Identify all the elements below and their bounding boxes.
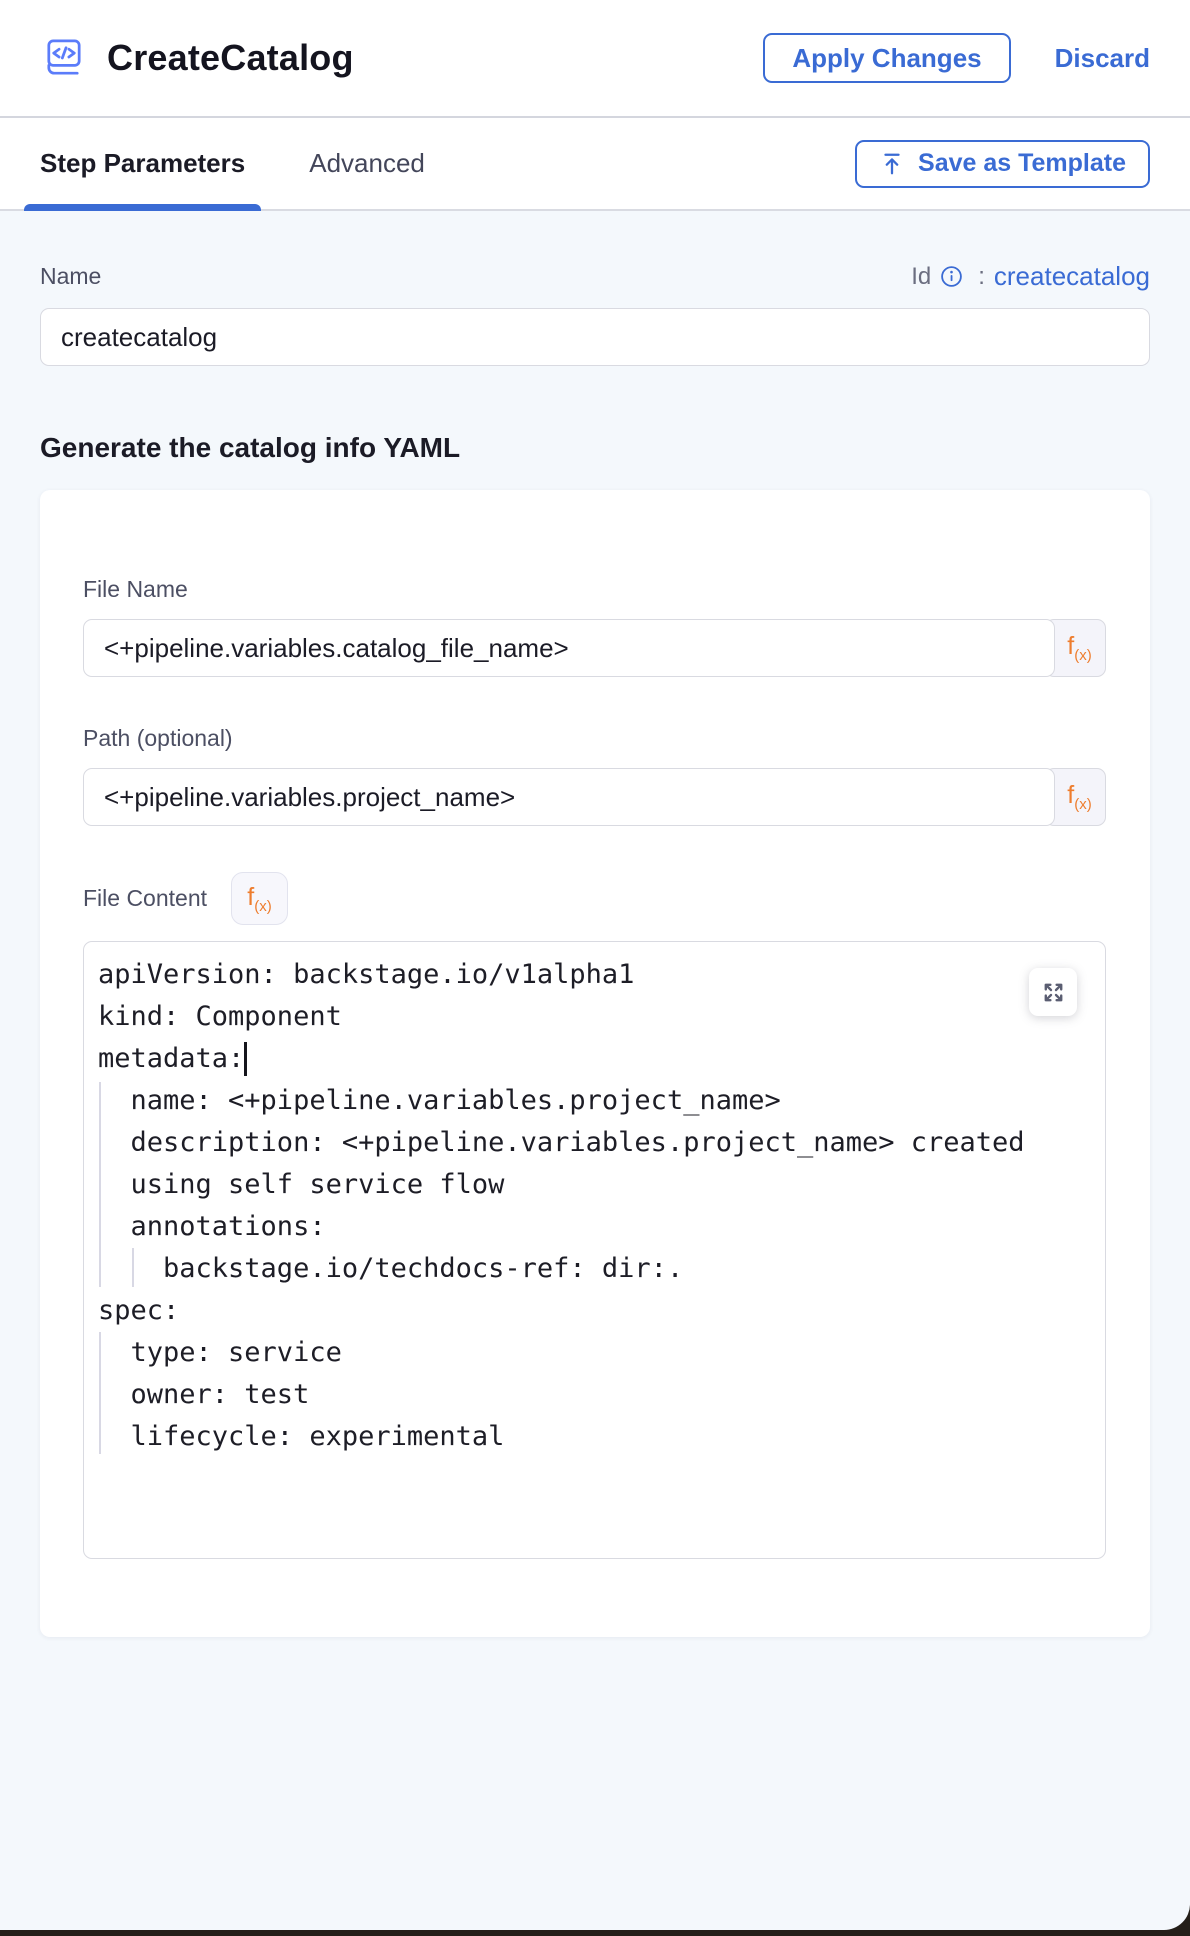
- name-label: Name: [40, 263, 101, 290]
- save-as-template-label: Save as Template: [918, 149, 1126, 178]
- drawer-header: CreateCatalog Apply Changes Discard: [0, 0, 1190, 118]
- step-id-value[interactable]: createcatalog: [994, 261, 1150, 292]
- tab-advanced[interactable]: Advanced: [293, 118, 441, 209]
- step-parameters-panel: Name Id : createcatalog Generate the c: [0, 211, 1190, 1637]
- step-config-drawer: CreateCatalog Apply Changes Discard Step…: [0, 0, 1190, 1936]
- info-icon[interactable]: [940, 265, 963, 288]
- discard-button[interactable]: Discard: [1055, 43, 1150, 74]
- active-tab-underline: [24, 204, 261, 211]
- step-parameters-card: File Name f(x) Path (optional) f(x): [40, 490, 1150, 1637]
- file-content-expression-button[interactable]: f(x): [231, 872, 288, 925]
- tab-step-parameters-label: Step Parameters: [40, 148, 245, 179]
- file-content-header: File Content f(x): [83, 872, 1106, 925]
- name-row: Name Id : createcatalog: [40, 261, 1150, 292]
- code-area: apiVersion: backstage.io/v1alpha1 kind: …: [84, 942, 1105, 1558]
- path-field: Path (optional) f(x): [83, 725, 1106, 826]
- indent-guide: [132, 1248, 134, 1287]
- path-label: Path (optional): [83, 725, 1106, 752]
- file-content-label: File Content: [83, 885, 207, 912]
- id-colon: :: [978, 263, 985, 291]
- tab-advanced-label: Advanced: [309, 148, 425, 179]
- template-step-icon: [40, 35, 87, 82]
- text-cursor: [244, 1042, 247, 1076]
- drawer-panel: CreateCatalog Apply Changes Discard Step…: [0, 0, 1190, 1930]
- expand-editor-button[interactable]: [1029, 968, 1077, 1016]
- page-title: CreateCatalog: [107, 37, 354, 79]
- code-content[interactable]: apiVersion: backstage.io/v1alpha1 kind: …: [84, 942, 1105, 1470]
- header-actions: Apply Changes Discard: [763, 33, 1150, 83]
- fullscreen-icon: [1041, 980, 1066, 1005]
- apply-changes-button[interactable]: Apply Changes: [763, 33, 1010, 83]
- id-label: Id: [911, 263, 931, 291]
- section-heading: Generate the catalog info YAML: [40, 432, 1150, 464]
- save-as-template-button[interactable]: Save as Template: [855, 140, 1150, 188]
- step-id-group: Id : createcatalog: [911, 261, 1150, 292]
- tab-step-parameters[interactable]: Step Parameters: [24, 118, 261, 209]
- file-name-input-group: f(x): [83, 619, 1106, 677]
- file-name-input[interactable]: [83, 619, 1055, 677]
- fx-icon: f(x): [247, 883, 271, 915]
- fx-icon: f(x): [1067, 632, 1091, 664]
- path-input[interactable]: [83, 768, 1055, 826]
- file-name-field: File Name f(x): [83, 576, 1106, 677]
- tab-bar: Step Parameters Advanced Save as Templat…: [0, 118, 1190, 211]
- fx-icon: f(x): [1067, 781, 1091, 813]
- indent-guide: [99, 1082, 101, 1287]
- name-input[interactable]: [40, 308, 1150, 366]
- indent-guide: [99, 1332, 101, 1454]
- file-content-editor[interactable]: apiVersion: backstage.io/v1alpha1 kind: …: [83, 941, 1106, 1559]
- path-input-group: f(x): [83, 768, 1106, 826]
- upload-icon: [879, 151, 905, 177]
- file-name-label: File Name: [83, 576, 1106, 603]
